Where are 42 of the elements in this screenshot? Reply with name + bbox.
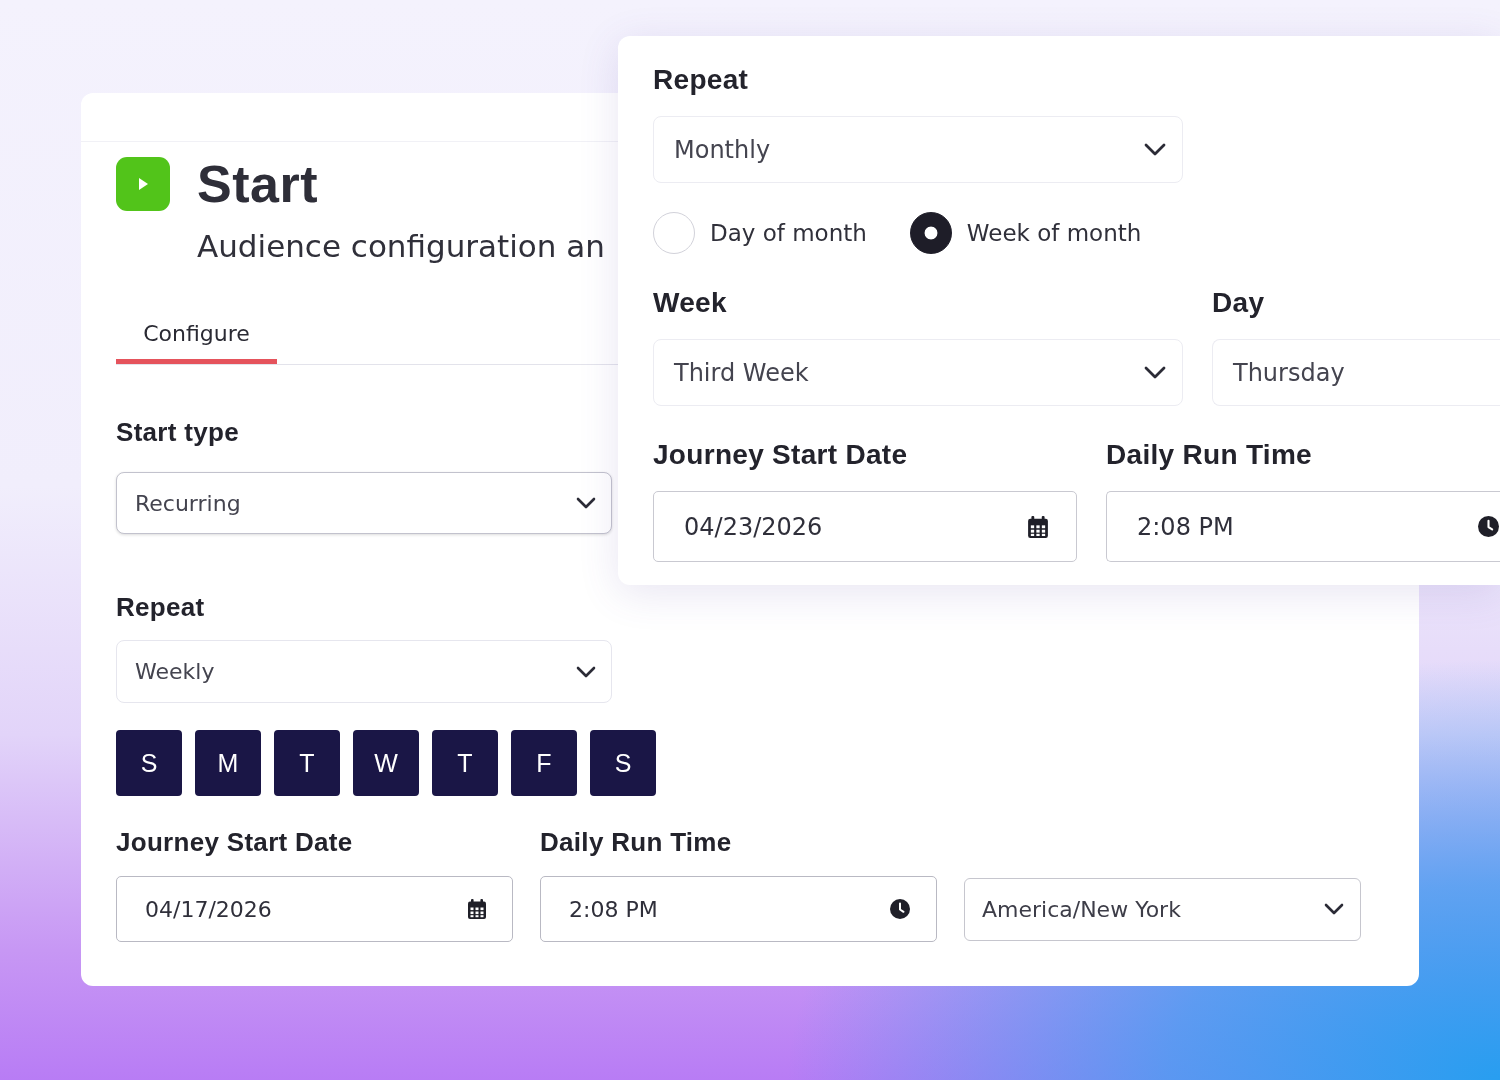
clock-icon — [1478, 516, 1499, 537]
page-subtitle: Audience configuration an — [197, 228, 605, 264]
calendar-icon — [468, 899, 486, 919]
field-label: Repeat — [116, 592, 205, 622]
dropdown[interactable]: America/New York — [964, 877, 1361, 941]
field-label: Daily Run Time — [1106, 438, 1312, 472]
chevron-down-icon — [576, 497, 596, 509]
dropdown[interactable]: Recurring — [116, 472, 612, 534]
field-label: Repeat — [653, 63, 749, 97]
radio-button[interactable] — [909, 212, 952, 254]
time-field[interactable]: 2:08 PM — [1106, 491, 1500, 562]
field-label: Week — [653, 286, 727, 320]
dropdown[interactable]: Weekly — [116, 640, 612, 703]
weekday-toggle[interactable]: W — [353, 730, 419, 796]
field-label: Journey Start Date — [653, 438, 908, 472]
play-icon — [116, 157, 170, 211]
weekday-toggle[interactable]: F — [511, 730, 577, 796]
weekday-toggle[interactable]: T — [274, 730, 340, 796]
dropdown[interactable]: Third Week — [653, 339, 1183, 406]
calendar-icon — [1028, 515, 1048, 538]
chevron-down-icon — [1324, 903, 1344, 915]
field-label: Daily Run Time — [540, 827, 732, 857]
radio-label[interactable]: Week of month — [966, 219, 1142, 247]
weekday-toggle[interactable]: S — [116, 730, 182, 796]
field-label: Start type — [116, 417, 239, 447]
weekday-toggle[interactable]: T — [432, 730, 498, 796]
field-label: Journey Start Date — [116, 827, 353, 857]
time-field[interactable]: 2:08 PM — [540, 876, 937, 942]
chevron-down-icon — [576, 665, 596, 678]
radio-label[interactable]: Day of month — [710, 219, 867, 247]
chevron-down-icon — [1144, 366, 1166, 379]
date-field[interactable]: 04/17/2026 — [116, 876, 513, 942]
field-label: Day — [1212, 286, 1265, 320]
chevron-down-icon — [1144, 143, 1166, 156]
weekday-toggle[interactable]: S — [590, 730, 656, 796]
clock-icon — [890, 899, 910, 919]
dropdown[interactable]: Monthly — [653, 116, 1183, 183]
date-field[interactable]: 04/23/2026 — [653, 491, 1077, 562]
tab[interactable]: Configure — [116, 307, 277, 364]
page-title: Start — [197, 156, 318, 212]
input-field[interactable]: Thursday — [1212, 339, 1500, 406]
weekday-toggle[interactable]: M — [195, 730, 261, 796]
